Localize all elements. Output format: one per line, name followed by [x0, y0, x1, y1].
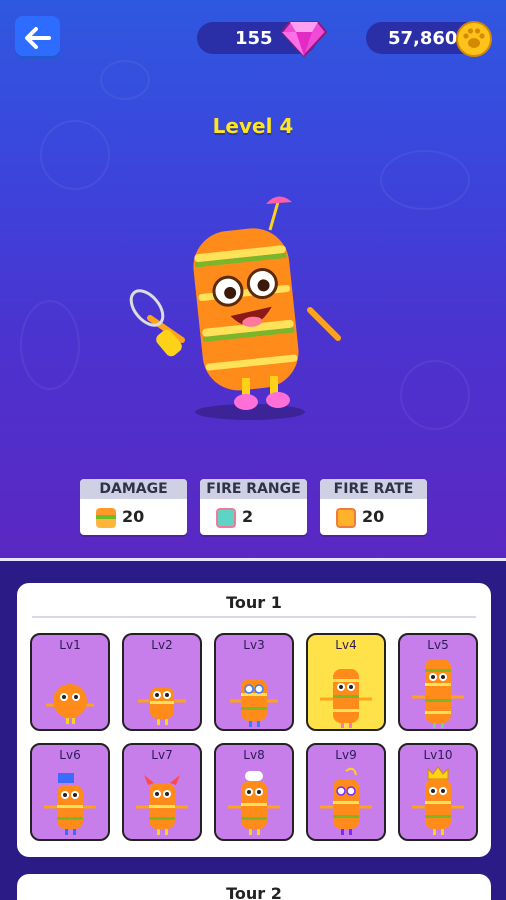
- level-label: Lv5: [427, 638, 449, 652]
- tour-title: Tour 1: [226, 593, 282, 612]
- hero-showcase: 155 57,860 Level 4 DAMAGE 20 FIRE RANGE …: [0, 0, 506, 560]
- background-doodle: [20, 300, 80, 390]
- level-cell-lv3[interactable]: Lv3: [214, 633, 294, 731]
- level-label: Lv4: [335, 638, 357, 652]
- character-lv2-icon: [138, 687, 186, 725]
- level-label: Lv2: [151, 638, 173, 652]
- burger-icon: [96, 508, 116, 528]
- character-lv10-icon: [412, 766, 464, 835]
- arrow-left-icon: [24, 26, 51, 49]
- level-label: Lv9: [335, 748, 357, 762]
- tour-card-1: Tour 1 Lv1 Lv2 Lv3 Lv4 Lv5 Lv6 Lv7 Lv8 L…: [17, 583, 491, 857]
- pink-gem-icon: [280, 21, 328, 58]
- level-label: Lv7: [151, 748, 173, 762]
- character-lv1-icon: [46, 684, 94, 724]
- level-cell-lv9[interactable]: Lv9: [306, 743, 386, 841]
- coin-count: 57,860: [388, 28, 458, 49]
- stat-fire-range-label: FIRE RANGE: [200, 479, 307, 499]
- level-title: Level 4: [212, 114, 294, 138]
- stat-fire-rate-label: FIRE RATE: [320, 479, 427, 499]
- character-lv8-icon: [228, 771, 280, 835]
- background-doodle: [380, 150, 470, 210]
- tour-card-2[interactable]: Tour 2: [17, 874, 491, 900]
- stat-damage-label: DAMAGE: [80, 479, 187, 499]
- stat-fire-range-value: 2: [242, 507, 254, 526]
- level-cell-lv8[interactable]: Lv8: [214, 743, 294, 841]
- gem-count: 155: [235, 28, 273, 49]
- level-label: Lv3: [243, 638, 265, 652]
- level-cell-lv10[interactable]: Lv10: [398, 743, 478, 841]
- paw-coin-icon: [456, 21, 492, 57]
- character-lv7-icon: [136, 775, 188, 835]
- level-cell-lv7[interactable]: Lv7: [122, 743, 202, 841]
- tour-title: Tour 2: [226, 884, 282, 900]
- stat-damage-value: 20: [122, 507, 145, 526]
- level-cell-lv6[interactable]: Lv6: [30, 743, 110, 841]
- level-cell-lv2[interactable]: Lv2: [122, 633, 202, 731]
- background-doodle: [100, 60, 150, 100]
- stat-fire-rate-value: 20: [362, 507, 385, 526]
- character-lv5-icon: [412, 659, 464, 728]
- level-label: Lv1: [59, 638, 81, 652]
- back-button[interactable]: [15, 16, 60, 59]
- level-label: Lv8: [243, 748, 265, 762]
- background-doodle: [400, 360, 470, 430]
- level-label: Lv6: [59, 748, 81, 762]
- character-lv4-icon: [320, 669, 372, 728]
- level-label: Lv10: [423, 748, 453, 762]
- level-cell-lv5[interactable]: Lv5: [398, 633, 478, 731]
- character-lv3-icon: [230, 679, 278, 727]
- burger-tower-character: [129, 196, 341, 420]
- character-lv6-icon: [44, 773, 96, 835]
- stat-fire-range: FIRE RANGE 2: [200, 479, 307, 535]
- range-icon: [216, 508, 236, 528]
- rate-icon: [336, 508, 356, 528]
- stat-damage: DAMAGE 20: [80, 479, 187, 535]
- level-cell-lv4[interactable]: Lv4: [306, 633, 386, 731]
- tour-divider: [32, 616, 476, 618]
- stat-fire-rate: FIRE RATE 20: [320, 479, 427, 535]
- level-cell-lv1[interactable]: Lv1: [30, 633, 110, 731]
- character-lv9-icon: [320, 767, 372, 835]
